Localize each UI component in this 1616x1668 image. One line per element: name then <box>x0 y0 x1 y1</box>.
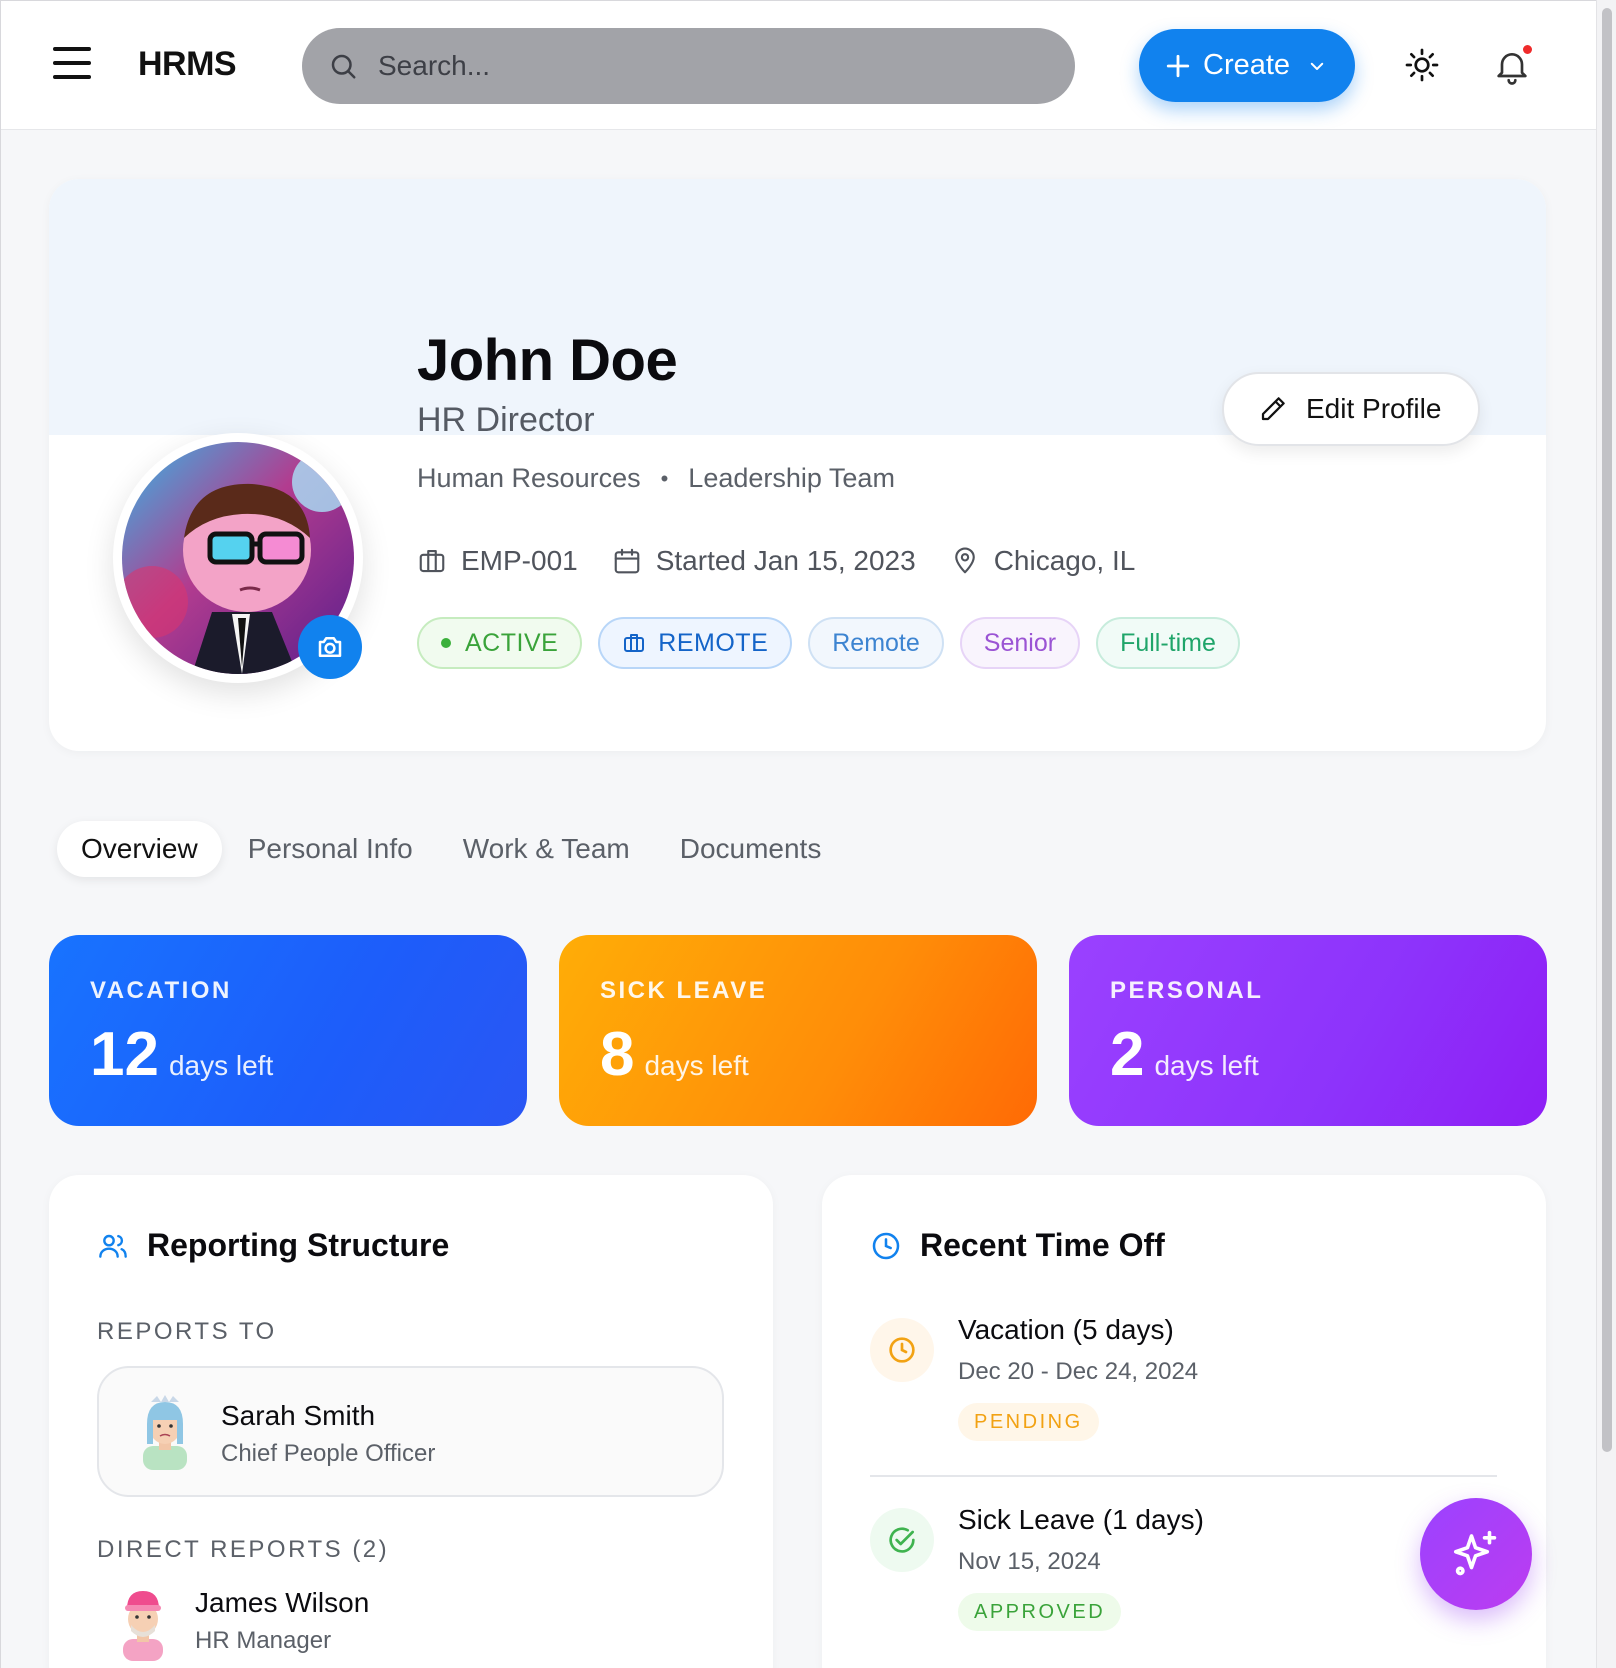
profile-meta: EMP-001 Started Jan 15, 2023 Chicago, IL <box>417 545 1169 577</box>
briefcase-icon <box>419 549 445 573</box>
check-circle-icon <box>870 1508 934 1572</box>
reports-to-label: REPORTS TO <box>97 1318 277 1345</box>
clock-icon <box>870 1318 934 1382</box>
profile-tags: ACTIVE REMOTE Remote Senior Full-time <box>417 617 1256 669</box>
leave-label: VACATION <box>90 977 232 1004</box>
profile-department-line: Human Resources • Leadership Team <box>417 463 895 494</box>
profile-card: John Doe HR Director Human Resources • L… <box>49 179 1546 751</box>
leave-unit: days left <box>1154 1050 1259 1081</box>
direct-report-role: HR Manager <box>195 1627 332 1654</box>
leave-days: 2 <box>1110 1020 1145 1089</box>
vacation-balance-card[interactable]: VACATION 12 days left <box>49 935 527 1126</box>
location: Chicago, IL <box>950 545 1135 577</box>
search-icon <box>331 54 356 79</box>
status-dot <box>441 638 451 648</box>
direct-reports-label: DIRECT REPORTS (2) <box>97 1536 390 1563</box>
manager-role: Chief People Officer <box>221 1440 436 1467</box>
plus-icon <box>1166 54 1190 77</box>
manager-name: Sarah Smith <box>221 1400 376 1431</box>
divider <box>870 1475 1497 1477</box>
tab-overview[interactable]: Overview <box>57 821 222 877</box>
search-input[interactable] <box>378 50 978 82</box>
users-icon <box>99 1234 127 1258</box>
panel-header: Recent Time Off <box>870 1227 1165 1264</box>
time-off-title: Sick Leave (1 days) <box>958 1504 1204 1535</box>
start-date: Started Jan 15, 2023 <box>612 545 916 577</box>
create-button-label: Create <box>1203 49 1291 81</box>
personal-balance-card[interactable]: PERSONAL 2 days left <box>1069 935 1547 1126</box>
search-bar[interactable] <box>302 28 1075 104</box>
team: Leadership Team <box>688 463 895 493</box>
sun-icon[interactable] <box>1404 47 1440 88</box>
clock-icon <box>872 1232 900 1259</box>
app-logo: HRMS <box>138 45 237 83</box>
panel-header: Reporting Structure <box>97 1227 449 1264</box>
leave-unit: days left <box>168 1050 274 1081</box>
create-button[interactable]: Create <box>1139 29 1355 102</box>
ai-assistant-button[interactable] <box>1420 1498 1532 1610</box>
map-pin-icon <box>954 547 975 574</box>
chevron-down-icon <box>1310 62 1324 70</box>
sick-leave-balance-card[interactable]: SICK LEAVE 8 days left <box>559 935 1037 1126</box>
time-off-dates: Dec 20 - Dec 24, 2024 <box>958 1358 1199 1385</box>
level-badge: Senior <box>959 617 1081 669</box>
profile-name: John Doe <box>417 328 678 393</box>
separator: • <box>660 465 669 491</box>
employment-badge: Full-time <box>1096 617 1240 669</box>
work-mode-badge: REMOTE <box>598 617 793 669</box>
scrollbar-thumb[interactable] <box>1602 8 1612 1452</box>
manager-card[interactable]: Sarah Smith Chief People Officer <box>97 1366 724 1497</box>
app-window: HRMS Create <box>0 0 1596 1668</box>
tab-personal-info[interactable]: Personal Info <box>224 821 437 877</box>
briefcase-icon <box>624 634 645 652</box>
top-bar: HRMS Create <box>1 1 1596 130</box>
tab-work-team[interactable]: Work & Team <box>439 821 654 877</box>
avatar <box>135 1394 195 1470</box>
sparkles-icon <box>1453 1530 1497 1576</box>
leave-unit: days left <box>644 1050 749 1081</box>
time-off-title: Vacation (5 days) <box>958 1314 1174 1345</box>
leave-days: 8 <box>600 1020 635 1089</box>
leave-label: PERSONAL <box>1110 977 1264 1004</box>
avatar <box>113 1585 173 1661</box>
tab-documents[interactable]: Documents <box>656 821 846 877</box>
leave-label: SICK LEAVE <box>600 977 768 1004</box>
status-badge: APPROVED <box>958 1593 1122 1631</box>
status-badge: PENDING <box>958 1403 1099 1441</box>
profile-tabs: Overview Personal Info Work & Team Docum… <box>57 821 847 877</box>
pencil-icon <box>1261 397 1285 421</box>
calendar-icon <box>614 548 640 574</box>
location-type-badge: Remote <box>808 617 944 669</box>
notification-dot <box>1523 45 1532 54</box>
camera-icon <box>318 637 342 657</box>
time-off-dates: Nov 15, 2024 <box>958 1548 1101 1575</box>
employee-id: EMP-001 <box>417 545 578 577</box>
profile-title: HR Director <box>417 401 595 439</box>
change-photo-button[interactable] <box>298 615 362 679</box>
reporting-structure-panel: Reporting Structure REPORTS TO Sarah Smi… <box>49 1175 773 1668</box>
department: Human Resources <box>417 463 641 493</box>
menu-icon[interactable] <box>53 47 91 81</box>
scrollbar[interactable] <box>1596 0 1616 1668</box>
direct-report-name: James Wilson <box>195 1587 370 1618</box>
leave-days: 12 <box>90 1020 159 1089</box>
status-badge: ACTIVE <box>417 617 583 669</box>
edit-profile-button[interactable]: Edit Profile <box>1222 372 1480 446</box>
